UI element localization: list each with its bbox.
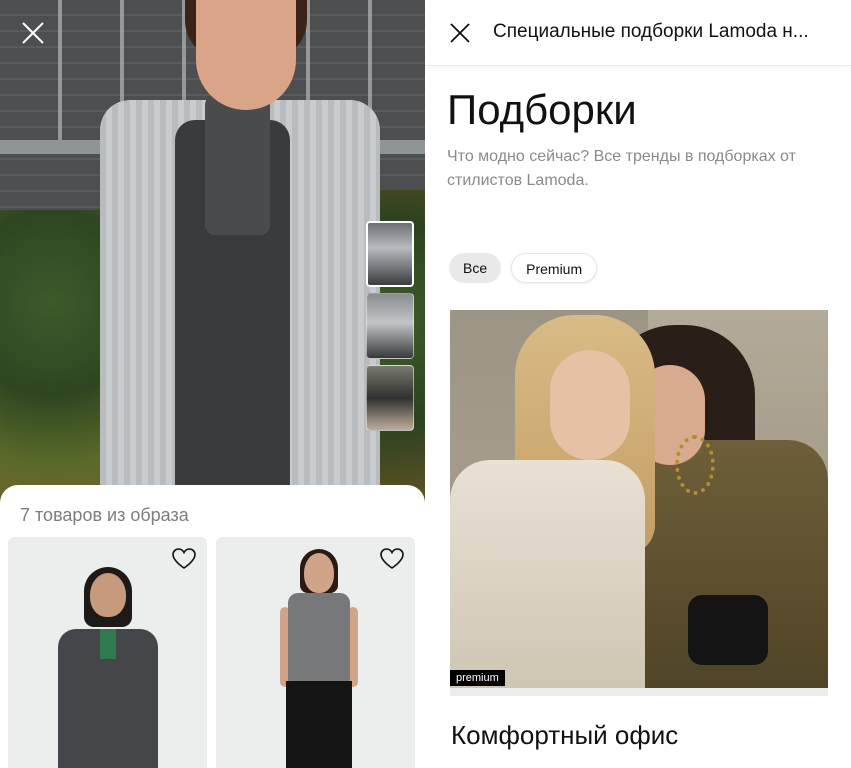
product-card[interactable] xyxy=(216,537,415,768)
look-thumbnail[interactable] xyxy=(366,221,414,287)
top-bar: Специальные подборки Lamoda н... xyxy=(425,0,851,66)
close-icon[interactable] xyxy=(450,23,470,43)
heart-icon[interactable] xyxy=(379,547,405,571)
collection-cover-image[interactable] xyxy=(450,310,828,688)
page-subtitle: Что модно сейчас? Все тренды в подборках… xyxy=(447,148,796,189)
close-icon[interactable] xyxy=(20,20,46,46)
filter-chip-all[interactable]: Все xyxy=(449,253,502,283)
filter-chip-premium[interactable]: Premium xyxy=(511,253,598,283)
look-thumbnails xyxy=(366,221,416,437)
page-title: Подборки xyxy=(447,86,637,133)
look-hero-image xyxy=(0,0,425,520)
look-products-sheet: 7 товаров из образа xyxy=(0,485,425,768)
product-card[interactable] xyxy=(8,537,207,768)
look-panel: 7 товаров из образа xyxy=(0,0,425,768)
collection-title[interactable]: Комфортный офис xyxy=(451,720,678,751)
look-thumbnail[interactable] xyxy=(366,293,414,359)
collection-divider xyxy=(450,688,828,696)
products-count-label: 7 товаров из образа xyxy=(20,505,189,525)
heart-icon[interactable] xyxy=(171,547,197,571)
topbar-title: Специальные подборки Lamoda н... xyxy=(493,21,809,42)
filter-chips: Все Premium xyxy=(449,253,598,283)
premium-badge: premium xyxy=(450,670,505,686)
look-thumbnail[interactable] xyxy=(366,365,414,431)
collections-panel: Специальные подборки Lamoda н... Подборк… xyxy=(425,0,851,768)
